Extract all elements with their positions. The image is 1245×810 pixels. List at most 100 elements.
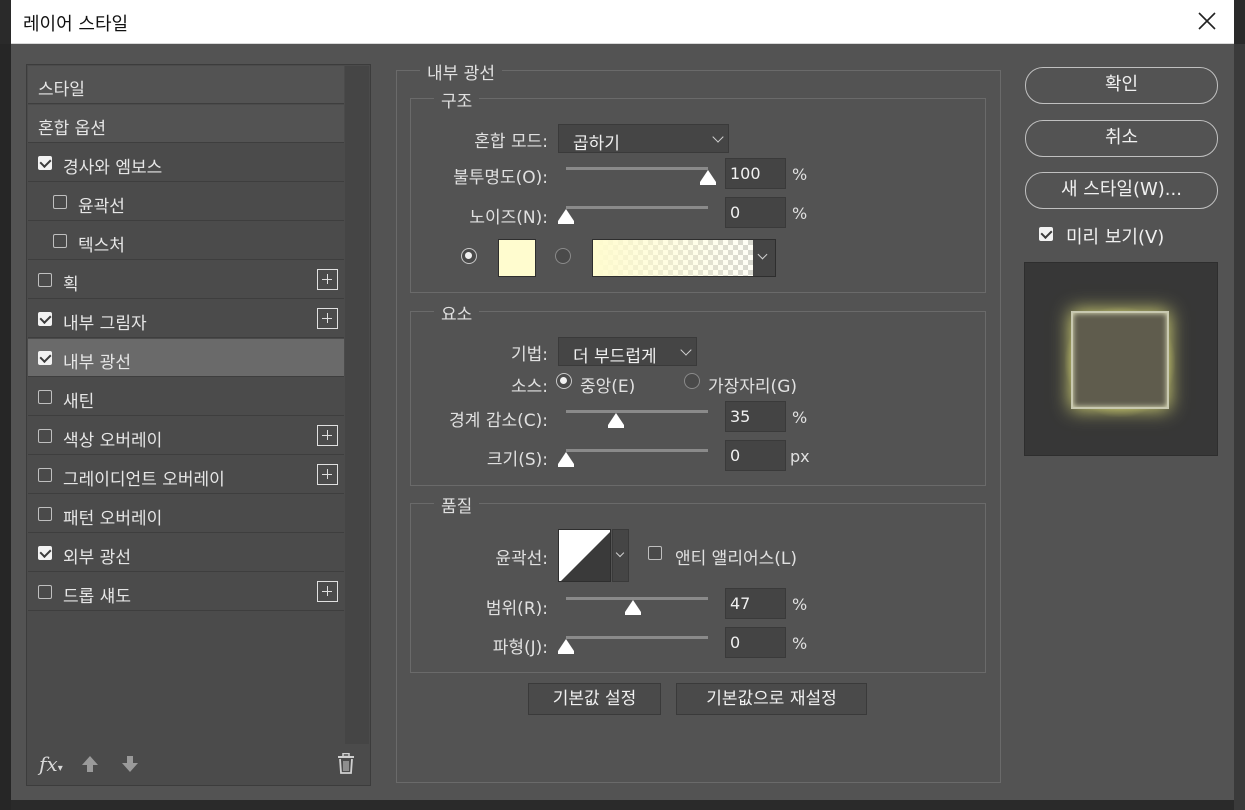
glow-color-swatch[interactable]	[498, 239, 536, 277]
gradient-swatch[interactable]	[592, 239, 776, 277]
style-list-item-label: 드롭 섀도	[63, 587, 131, 607]
blend-mode-select[interactable]: 곱하기	[558, 124, 729, 154]
source-center-radio[interactable]	[556, 373, 572, 389]
size-input[interactable]	[725, 440, 786, 471]
gradient-dropdown[interactable]	[753, 240, 775, 276]
style-list-item[interactable]: 내부 광선	[28, 339, 344, 377]
size-slider[interactable]	[566, 449, 708, 452]
new-style-button[interactable]: 새 스타일(W)...	[1025, 172, 1218, 209]
jitter-slider-thumb[interactable]	[558, 639, 574, 654]
opacity-input[interactable]	[725, 158, 786, 189]
style-preview-thumbnail	[1024, 262, 1218, 456]
opacity-slider-thumb[interactable]	[700, 170, 716, 185]
gradient-radio[interactable]	[555, 248, 571, 264]
elements-legend: 요소	[434, 300, 480, 325]
chevron-down-icon	[757, 249, 768, 260]
style-checkbox[interactable]	[38, 585, 52, 599]
blend-mode-label: 혼합 모드:	[474, 132, 548, 152]
add-effect-icon[interactable]	[317, 581, 338, 602]
range-input[interactable]	[725, 588, 786, 619]
close-icon[interactable]	[1196, 10, 1218, 32]
choke-slider[interactable]	[566, 410, 708, 413]
style-list-item-label: 새틴	[63, 392, 95, 412]
style-list-item[interactable]: 그레이디언트 오버레이	[28, 456, 344, 494]
make-default-button[interactable]: 기본값 설정	[528, 683, 661, 715]
styles-list-scrollbar[interactable]	[345, 66, 369, 744]
choke-input[interactable]	[725, 401, 786, 432]
style-checkbox[interactable]	[38, 507, 52, 521]
ok-button[interactable]: 확인	[1025, 67, 1218, 104]
technique-select[interactable]: 더 부드럽게	[558, 337, 697, 367]
jitter-slider[interactable]	[566, 636, 708, 639]
style-checkbox[interactable]	[38, 273, 52, 287]
style-list-item[interactable]: 패턴 오버레이	[28, 495, 344, 533]
contour-dropdown[interactable]	[612, 529, 629, 582]
choke-slider-thumb[interactable]	[607, 413, 624, 428]
opacity-unit: %	[792, 165, 808, 184]
fx-button[interactable]: fx▾	[39, 752, 63, 776]
style-list-item[interactable]: 경사와 엠보스	[28, 144, 344, 182]
chevron-down-icon	[615, 548, 625, 558]
style-checkbox[interactable]	[38, 468, 52, 482]
antialias-checkbox[interactable]	[648, 546, 662, 560]
style-list-item[interactable]: 텍스처	[28, 222, 344, 260]
noise-slider[interactable]	[566, 206, 708, 209]
source-center-label[interactable]: 중앙(E)	[580, 372, 635, 397]
jitter-input[interactable]	[725, 627, 786, 658]
chevron-down-icon	[680, 344, 692, 356]
style-checkbox[interactable]	[38, 351, 52, 365]
size-unit: px	[790, 447, 810, 466]
source-edge-label[interactable]: 가장자리(G)	[708, 372, 797, 397]
source-label: 소스:	[510, 377, 548, 397]
technique-value: 더 부드럽게	[573, 347, 657, 367]
style-list-item-label: 외부 광선	[63, 548, 131, 568]
antialias-label[interactable]: 앤티 앨리어스(L)	[675, 544, 797, 569]
style-list-item-label: 획	[63, 275, 79, 295]
contour-label: 윤곽선:	[495, 549, 548, 569]
size-slider-thumb[interactable]	[558, 452, 574, 467]
add-effect-icon[interactable]	[317, 425, 338, 446]
style-checkbox[interactable]	[38, 546, 52, 560]
style-list-item[interactable]: 새틴	[28, 378, 344, 416]
move-up-icon[interactable]	[80, 754, 100, 774]
style-list-item[interactable]: 윤곽선	[28, 183, 344, 221]
style-checkbox[interactable]	[53, 234, 67, 248]
style-list-item[interactable]: 획	[28, 261, 344, 299]
add-effect-icon[interactable]	[317, 464, 338, 485]
style-list-item[interactable]: 색상 오버레이	[28, 417, 344, 455]
inner-glow-title: 내부 광선	[420, 59, 502, 84]
add-effect-icon[interactable]	[317, 308, 338, 329]
style-list-item[interactable]: 혼합 옵션	[28, 105, 344, 143]
size-label: 크기(S):	[486, 450, 548, 470]
jitter-unit: %	[792, 634, 808, 653]
style-checkbox[interactable]	[38, 429, 52, 443]
trash-icon[interactable]	[336, 753, 356, 775]
move-down-icon[interactable]	[120, 754, 140, 774]
style-checkbox[interactable]	[38, 390, 52, 404]
noise-input[interactable]	[725, 197, 786, 228]
source-edge-radio[interactable]	[684, 373, 700, 389]
opacity-slider[interactable]	[566, 167, 708, 170]
noise-unit: %	[792, 204, 808, 223]
style-list-item[interactable]: 외부 광선	[28, 534, 344, 572]
add-effect-icon[interactable]	[317, 269, 338, 290]
background-app-right	[1234, 44, 1245, 810]
color-radio[interactable]	[461, 248, 477, 264]
noise-slider-thumb[interactable]	[558, 209, 574, 224]
style-list-item[interactable]: 스타일	[28, 66, 344, 104]
range-slider-thumb[interactable]	[624, 600, 641, 615]
contour-picker[interactable]	[558, 529, 611, 582]
blend-mode-value: 곱하기	[573, 134, 620, 154]
styles-list-footer: fx▾	[27, 744, 370, 785]
style-list-item[interactable]: 내부 그림자	[28, 300, 344, 338]
technique-label: 기법:	[510, 345, 548, 365]
style-checkbox[interactable]	[38, 156, 52, 170]
style-list-item[interactable]: 드롭 섀도	[28, 573, 344, 611]
style-checkbox[interactable]	[53, 195, 67, 209]
preview-label[interactable]: 미리 보기(V)	[1066, 223, 1164, 249]
style-checkbox[interactable]	[38, 312, 52, 326]
preview-checkbox[interactable]	[1039, 227, 1053, 241]
style-list-item-label: 색상 오버레이	[63, 431, 163, 451]
cancel-button[interactable]: 취소	[1025, 120, 1218, 157]
reset-default-button[interactable]: 기본값으로 재설정	[676, 683, 867, 715]
